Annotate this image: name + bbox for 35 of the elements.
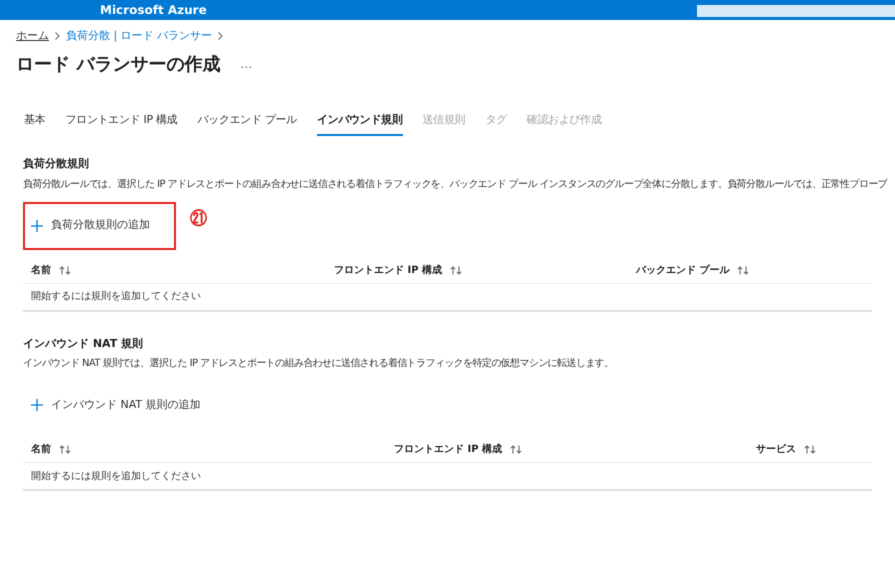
tab[interactable]: 基本 [24, 112, 46, 136]
chevron-icon [218, 32, 224, 40]
empty-message: 開始するには規則を追加してください [31, 470, 201, 484]
section-description: 負荷分散ルールでは、選択した IP アドレスとポートの組み合わせに送信される着信トラフィックを、バックエンド プール インスタンスのグループ全体に分散します。負荷分散ルールでは、正常性プローブ [23, 178, 888, 192]
search-field[interactable] [697, 5, 895, 17]
tab[interactable]: フロントエンド IP 構成 [65, 112, 178, 136]
add-rule-button[interactable]: 負荷分散規則の追加 [23, 202, 176, 250]
tab[interactable]: バックエンド プール [197, 112, 297, 136]
section-description: インバウンド NAT 規則では、選択した IP アドレスとポートの組み合わせに送信される着信トラフィックを特定の仮想マシンに転送します。 [23, 357, 614, 371]
chevron-icon [55, 32, 60, 40]
add-rule-button[interactable]: インバウンド NAT 規則の追加 [23, 381, 227, 429]
plus-icon [31, 399, 43, 411]
page-title: ロード バランサーの作成 [16, 52, 220, 76]
sort-icon[interactable] [737, 266, 750, 274]
more-button[interactable]: … [240, 55, 252, 73]
tab[interactable]: インバウンド規則 [316, 112, 402, 136]
sort-icon[interactable] [450, 266, 462, 274]
sort-icon[interactable] [510, 445, 522, 454]
sort-icon[interactable] [59, 445, 71, 454]
plus-icon [31, 220, 43, 232]
column-header[interactable]: 名前 [31, 442, 51, 457]
breadcrumb-link[interactable]: 負荷分散 | ロード バランサー [66, 28, 212, 44]
column-header[interactable]: 名前 [31, 262, 51, 278]
empty-message: 開始するには規則を追加してください [31, 290, 201, 304]
section-heading: 負荷分散規則 [23, 156, 90, 172]
column-header[interactable]: フロントエンド IP 構成 [334, 262, 442, 278]
sort-icon[interactable] [804, 445, 816, 454]
brand-name: Microsoft Azure [100, 3, 207, 17]
column-header[interactable]: バックエンド プール [636, 262, 730, 278]
step-annotation: ㉑ [190, 208, 207, 230]
column-header[interactable]: フロントエンド IP 構成 [394, 442, 502, 457]
breadcrumb-link[interactable]: ホーム [16, 28, 49, 44]
section-heading: インバウンド NAT 規則 [23, 336, 144, 352]
sort-icon[interactable] [59, 266, 71, 274]
column-header[interactable]: サービス [756, 442, 796, 457]
